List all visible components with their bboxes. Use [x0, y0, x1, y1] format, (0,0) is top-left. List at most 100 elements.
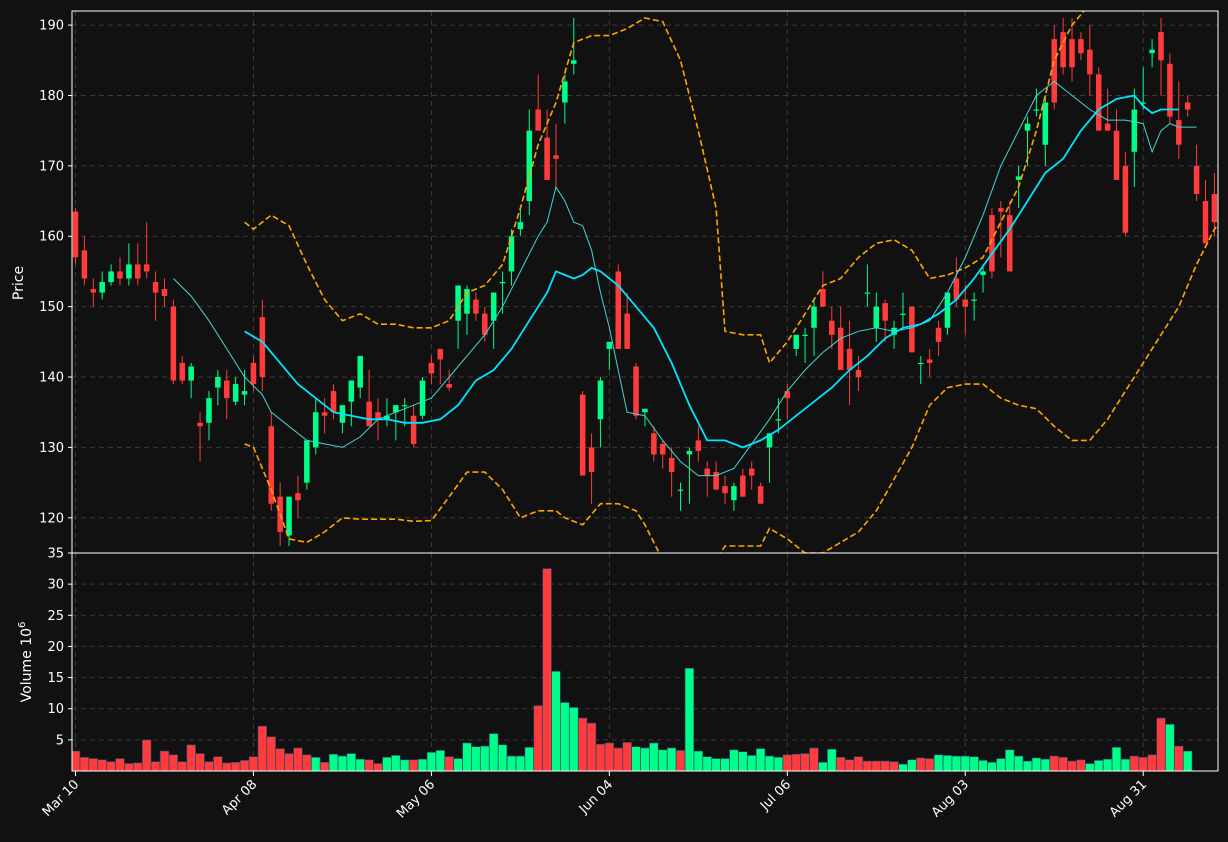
candle-body	[72, 211, 79, 258]
volume-bar	[1049, 755, 1059, 771]
volume-bar	[880, 760, 890, 771]
candle-body	[1202, 201, 1209, 244]
volume-bar	[497, 744, 508, 771]
volume-bar	[1102, 758, 1113, 771]
volume-bar	[230, 761, 241, 771]
candle-body	[855, 369, 862, 378]
candle-body	[1211, 194, 1218, 223]
volume-bar	[942, 755, 953, 771]
volume-bar	[88, 758, 98, 771]
candle-body	[775, 419, 782, 421]
volume-bar	[658, 749, 668, 771]
candle-body	[446, 384, 452, 388]
volume-bar	[755, 748, 766, 771]
volume-bar	[319, 761, 330, 771]
volume-bar	[204, 761, 214, 771]
volume-bar	[311, 756, 321, 771]
volume-y-tick-label: 5	[56, 733, 64, 748]
volume-bar	[818, 761, 828, 771]
volume-bar	[800, 753, 810, 771]
volume-bar	[711, 758, 721, 771]
volume-bar	[1138, 756, 1148, 771]
candle-body	[99, 282, 105, 293]
candle-body	[499, 282, 506, 284]
volume-bar	[1076, 759, 1086, 771]
volume-bar	[355, 758, 365, 771]
volume-bar	[925, 758, 935, 771]
candle-body	[695, 440, 702, 451]
candle-body	[998, 208, 1004, 212]
volume-bar	[595, 743, 606, 771]
volume-bar	[542, 568, 552, 771]
volume-bar	[382, 756, 392, 771]
volume-bar	[738, 751, 748, 771]
candle-body	[304, 440, 310, 483]
price-y-tick-label: 140	[39, 371, 64, 386]
candle-body	[535, 109, 541, 131]
price-y-tick-label: 130	[39, 441, 64, 456]
candle-body	[588, 447, 595, 473]
volume-bar	[124, 763, 134, 771]
volume-bar	[631, 746, 641, 771]
candle-body	[197, 422, 203, 427]
volume-y-axis-exponent: 6	[17, 622, 28, 628]
volume-bar	[871, 760, 881, 771]
volume-bar	[916, 757, 926, 771]
price-y-tick-label: 180	[39, 89, 64, 104]
volume-bar	[675, 750, 686, 771]
volume-bar	[400, 759, 410, 771]
candle-body	[1149, 49, 1155, 54]
candle-body	[1095, 74, 1102, 131]
candle-body	[909, 306, 915, 353]
volume-bar	[417, 758, 428, 771]
candle-body	[846, 348, 853, 370]
candle-body	[1176, 120, 1182, 145]
price-y-axis-label: Price	[11, 266, 27, 300]
volume-bar	[764, 755, 775, 771]
candle-body	[348, 380, 355, 402]
candle-body	[1184, 102, 1191, 110]
volume-bar	[1005, 749, 1015, 771]
candle-body	[597, 380, 604, 420]
volume-bar	[613, 747, 623, 771]
candle-body	[740, 475, 746, 497]
volume-bar	[1183, 750, 1193, 771]
volume-bar	[1120, 758, 1131, 771]
candle-body	[161, 289, 168, 297]
volume-bar	[177, 761, 187, 771]
volume-bar	[862, 760, 873, 771]
volume-bar	[435, 750, 445, 771]
volume-bar	[586, 722, 597, 771]
candle-body	[188, 366, 194, 381]
price-y-tick-label: 190	[39, 19, 64, 34]
volume-bar	[150, 761, 161, 771]
volume-bar	[569, 707, 579, 771]
candle-body	[553, 155, 559, 159]
candle-body	[704, 468, 710, 476]
volume-bar	[293, 747, 303, 771]
volume-bar	[844, 759, 855, 771]
candle-body	[1024, 123, 1031, 131]
candle-body	[748, 468, 755, 476]
volume-y-tick-label: 35	[47, 547, 64, 562]
volume-y-tick-label: 10	[47, 702, 64, 717]
candle-body	[731, 486, 737, 501]
candle-body	[677, 489, 684, 491]
volume-bar	[951, 755, 962, 771]
candle-body	[1122, 165, 1129, 233]
volume-bar	[462, 742, 472, 771]
candle-body	[410, 415, 417, 444]
candle-body	[241, 391, 248, 395]
volume-bar	[853, 756, 864, 771]
volume-bar	[257, 725, 268, 771]
volume-bar	[79, 756, 90, 771]
volume-bar	[328, 753, 339, 771]
volume-bar	[1111, 747, 1122, 771]
volume-bar	[622, 742, 632, 771]
volume-bar	[907, 759, 917, 771]
candle-body	[419, 380, 426, 416]
candle-body	[686, 450, 693, 455]
volume-bar	[649, 742, 659, 771]
candle-body	[117, 271, 123, 279]
candle-body	[473, 299, 479, 314]
